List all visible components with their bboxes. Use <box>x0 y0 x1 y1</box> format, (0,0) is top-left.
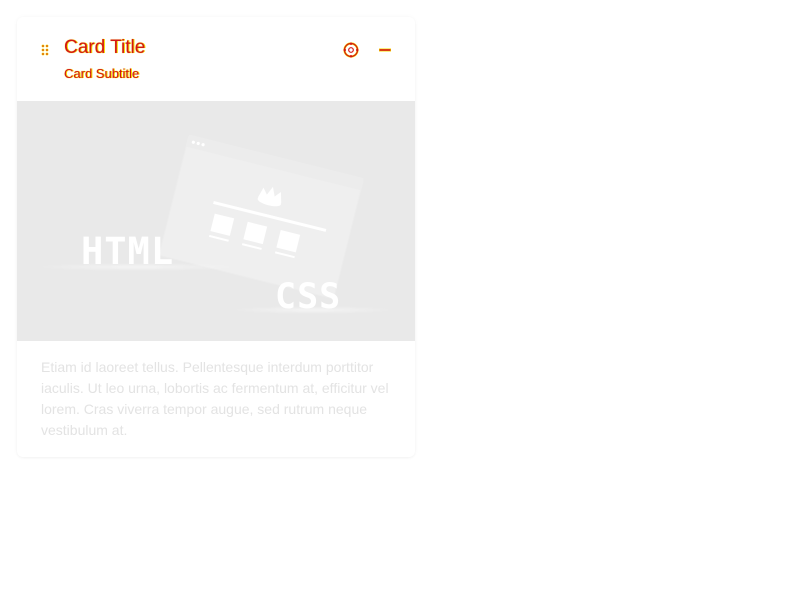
collapse-icon <box>379 48 391 52</box>
card-media: HTML CSS <box>17 101 415 341</box>
css-label: CSS <box>275 277 341 317</box>
settings-button[interactable] <box>341 40 361 60</box>
card: Card Title Card Subtitle HTML CSS Etiam … <box>17 17 415 457</box>
card-header-actions <box>341 39 395 61</box>
media-illustration: HTML CSS <box>37 135 393 317</box>
collapse-button[interactable] <box>375 40 395 60</box>
page: Card Title Card Subtitle HTML CSS Etiam … <box>0 0 800 600</box>
card-body-text: Etiam id laoreet tellus. Pellentesque in… <box>41 359 389 438</box>
card-title: Card Title <box>64 37 146 58</box>
browser-window-graphic <box>159 135 364 299</box>
drag-handle-icon[interactable] <box>40 43 50 57</box>
settings-icon <box>343 42 359 58</box>
html-label: HTML <box>81 230 174 273</box>
card-header: Card Title Card Subtitle <box>17 17 415 101</box>
card-subtitle: Card Subtitle <box>64 66 140 81</box>
